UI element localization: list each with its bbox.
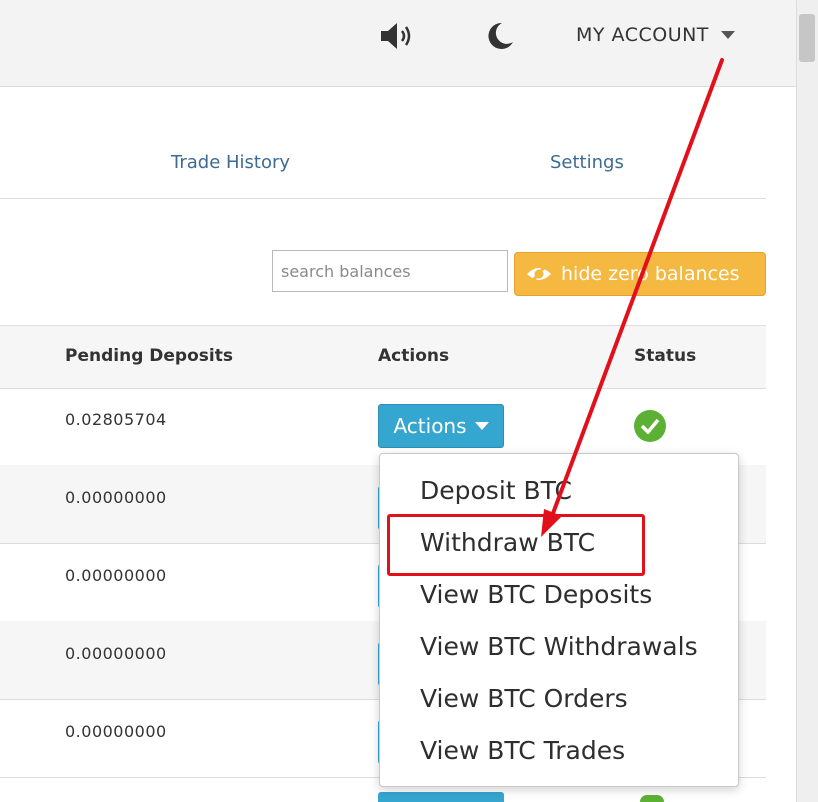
tab-trade-history[interactable]: Trade History	[171, 152, 290, 173]
annotation-highlight-box	[387, 514, 645, 576]
column-header-actions: Actions	[378, 346, 450, 366]
actions-button-label: Actions	[393, 414, 467, 438]
checkmark-icon	[640, 418, 660, 434]
pending-deposit-value: 0.00000000	[65, 488, 167, 507]
my-account-label: MY ACCOUNT	[576, 24, 709, 46]
divider	[0, 198, 766, 199]
scrollbar-thumb[interactable]	[799, 14, 815, 62]
scrollbar-track[interactable]	[796, 0, 818, 802]
pending-deposit-value: 0.02805704	[65, 410, 167, 429]
search-input[interactable]	[272, 250, 508, 292]
my-account-menu[interactable]: MY ACCOUNT	[576, 22, 735, 48]
menu-item-deposit-btc[interactable]: Deposit BTC	[420, 476, 572, 505]
hide-zero-balances-button[interactable]: hide zero balances	[514, 252, 766, 296]
check-circle-icon	[634, 410, 666, 442]
menu-item-view-btc-withdrawals[interactable]: View BTC Withdrawals	[420, 632, 698, 661]
menu-item-view-btc-trades[interactable]: View BTC Trades	[420, 736, 625, 765]
check-circle-icon	[640, 795, 664, 802]
tab-settings[interactable]: Settings	[550, 152, 624, 173]
moon-icon[interactable]	[482, 20, 516, 52]
menu-item-view-btc-deposits[interactable]: View BTC Deposits	[420, 580, 652, 609]
speaker-icon[interactable]	[378, 20, 414, 52]
chevron-down-icon	[720, 31, 735, 39]
pending-deposit-value: 0.00000000	[65, 644, 167, 663]
column-header-status[interactable]: Status	[634, 346, 696, 366]
actions-dropdown-button[interactable]	[378, 792, 504, 802]
menu-item-view-btc-orders[interactable]: View BTC Orders	[420, 684, 628, 713]
pending-deposit-value: 0.00000000	[65, 566, 167, 585]
eye-icon	[527, 263, 551, 285]
pending-deposit-value: 0.00000000	[65, 722, 167, 741]
chevron-down-icon	[474, 422, 489, 430]
actions-dropdown-menu: Deposit BTC Withdraw BTC View BTC Deposi…	[379, 453, 739, 787]
column-header-pending-deposits[interactable]: Pending Deposits	[65, 346, 233, 366]
actions-dropdown-button[interactable]: Actions	[378, 404, 504, 448]
hide-zero-balances-label: hide zero balances	[561, 263, 740, 285]
